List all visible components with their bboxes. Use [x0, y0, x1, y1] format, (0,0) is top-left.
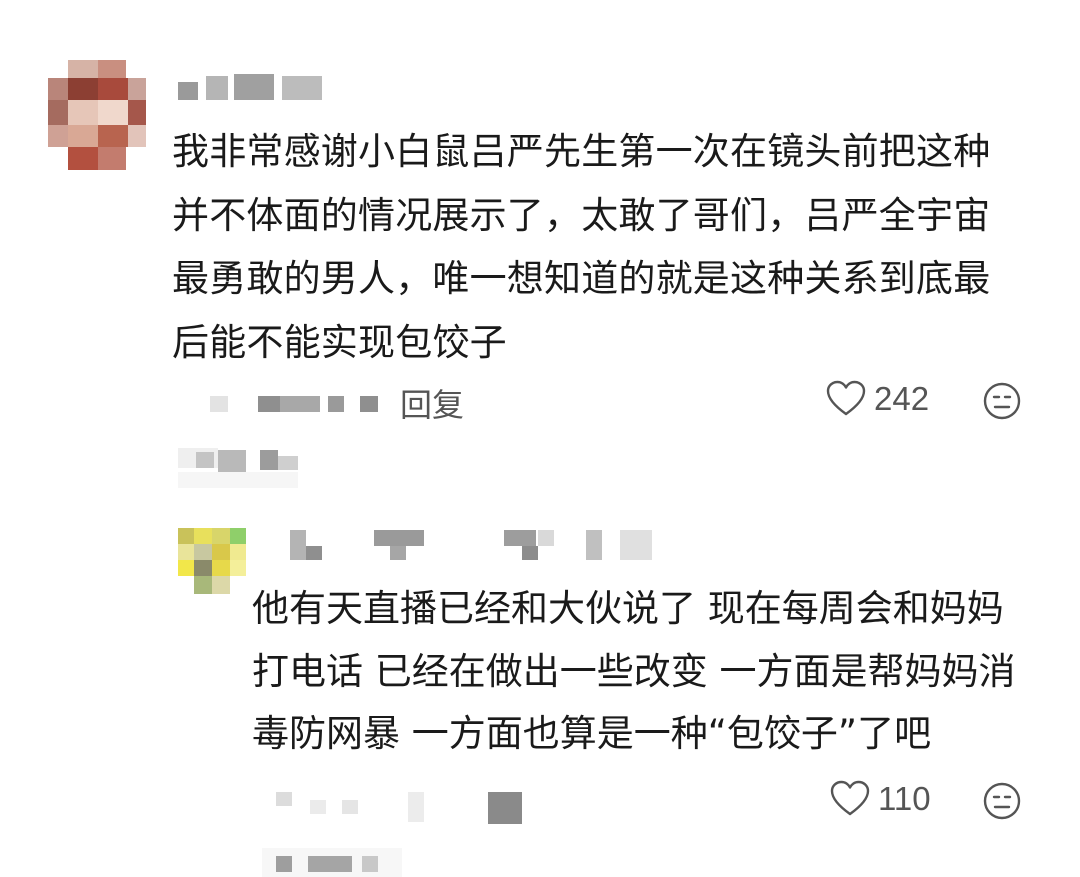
comment-meta — [276, 788, 536, 828]
like-button[interactable]: 242 — [826, 380, 929, 418]
avatar[interactable] — [178, 528, 248, 598]
username[interactable] — [290, 530, 660, 564]
neutral-face-icon[interactable] — [982, 381, 1022, 421]
next-comment-preview — [262, 848, 422, 877]
comment-text: 他有天直播已经和大伙说了 现在每周会和妈妈 打电话 已经在做出一些改变 一方面是… — [252, 587, 1016, 755]
like-count: 242 — [874, 380, 930, 417]
heart-outline-icon — [826, 380, 866, 416]
avatar[interactable] — [48, 60, 146, 170]
neutral-face-icon[interactable] — [982, 781, 1022, 821]
like-count: 110 — [878, 780, 931, 817]
expand-replies-toggle[interactable] — [178, 448, 318, 498]
heart-outline-icon — [830, 780, 870, 816]
comment-timestamp — [210, 388, 400, 418]
comment-text: 我非常感谢小白鼠吕严先生第一次在镜头前把这种 并不体面的情况展示了，太敢了哥们，… — [172, 130, 991, 364]
comment-meta: 回复 — [210, 378, 490, 428]
username[interactable] — [178, 72, 328, 104]
reply-button[interactable]: 回复 — [400, 380, 464, 426]
like-button[interactable]: 110 — [830, 780, 931, 818]
